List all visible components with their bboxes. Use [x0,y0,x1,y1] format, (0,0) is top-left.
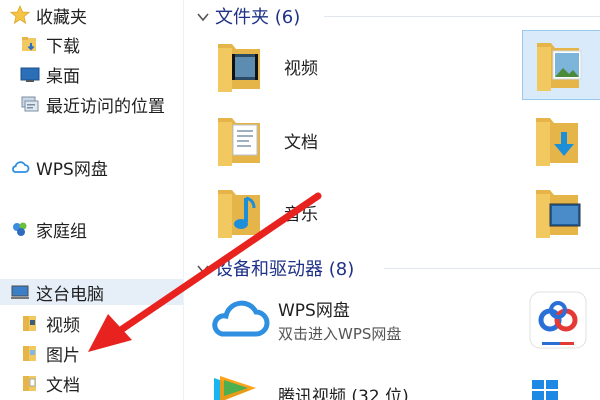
baidu-cloud-icon [528,290,588,354]
folder-tile-videos[interactable]: 视频 [212,36,318,96]
group-separator [384,268,600,269]
sidebar-item-documents[interactable]: 文档 [0,370,183,396]
sidebar-item-desktop[interactable]: 桌面 [0,61,183,87]
homegroup-icon [10,219,30,239]
drive-name: WPS网盘 [278,301,350,321]
sidebar-item-favorites[interactable]: 收藏夹 [0,2,183,28]
sidebar-item-label: 收藏夹 [36,7,87,28]
folder-tile-desktop[interactable] [530,182,590,242]
star-icon [9,4,31,25]
downloads-folder-icon [20,34,40,54]
sidebar-item-recent-places[interactable]: 最近访问的位置 [0,91,183,117]
computer-icon [10,282,30,302]
drive-name: 腾讯视频 (32 位) [278,387,409,400]
sidebar-item-label: 文档 [46,375,80,396]
sidebar-item-pictures[interactable]: 图片 [0,340,183,366]
videos-folder-icon [20,313,40,333]
drive-description: 双击进入WPS网盘 [278,325,402,343]
sidebar-item-label: 桌面 [46,66,80,87]
drive-tile-tencent-video[interactable]: 腾讯视频 (32 位) [208,370,508,400]
desktop-icon [20,64,40,84]
recent-places-icon [20,94,40,114]
sidebar-item-label: 这台电脑 [36,284,104,305]
sidebar-item-this-pc[interactable]: 这台电脑 [0,279,183,305]
navigation-pane: 收藏夹 下载 桌面 最近访问的位置 WPS网盘 家庭组 这台电脑 视频 图片 文… [0,0,183,400]
sidebar-item-label: 下载 [46,36,80,57]
sidebar-item-videos[interactable]: 视频 [0,310,183,336]
sidebar-item-label: WPS网盘 [36,159,108,180]
videos-folder-icon [212,36,272,96]
chevron-down-icon[interactable] [196,9,210,23]
pictures-folder-icon [531,35,591,99]
downloads-folder-icon [530,110,590,170]
sidebar-item-label: 家庭组 [36,221,87,242]
folder-tile-pictures[interactable] [522,30,600,100]
music-folder-icon [212,182,272,242]
sidebar-item-downloads[interactable]: 下载 [0,31,183,57]
wps-cloud-icon [208,292,272,346]
windows-logo-icon [530,378,560,400]
sidebar-item-label: 视频 [46,315,80,336]
sidebar-item-label: 图片 [46,345,80,366]
drive-tile-windows[interactable] [530,378,580,400]
chevron-down-icon[interactable] [196,261,210,275]
folder-tile-downloads[interactable] [530,110,590,170]
folder-tile-documents[interactable]: 文档 [212,110,318,170]
group-separator [324,16,600,17]
folder-label: 文档 [284,132,318,153]
documents-folder-icon [20,373,40,393]
group-title: 文件夹 (6) [215,7,301,28]
folders-group-header[interactable]: 文件夹 (6) [184,2,600,30]
drive-tile-baidu-cloud[interactable] [528,290,588,350]
tencent-video-icon [210,374,266,400]
documents-folder-icon [212,110,272,170]
folder-tile-music[interactable]: 音乐 [212,182,318,242]
desktop-folder-icon [530,182,590,242]
pictures-folder-icon [20,343,40,363]
sidebar-item-label: 最近访问的位置 [46,96,165,117]
folder-label: 音乐 [284,204,318,225]
sidebar-item-wps-cloud[interactable]: WPS网盘 [0,154,183,180]
group-title: 设备和驱动器 (8) [215,259,355,280]
drive-tile-wps-cloud[interactable]: WPS网盘 双击进入WPS网盘 [208,290,508,350]
folder-label: 视频 [284,58,318,79]
sidebar-item-homegroup[interactable]: 家庭组 [0,216,183,242]
cloud-icon [10,157,30,177]
devices-group-header[interactable]: 设备和驱动器 (8) [184,254,600,282]
content-pane: 文件夹 (6) 视频 文档 音乐 设备和驱动器 (8) WPS网盘 双击进入WP… [184,0,600,400]
